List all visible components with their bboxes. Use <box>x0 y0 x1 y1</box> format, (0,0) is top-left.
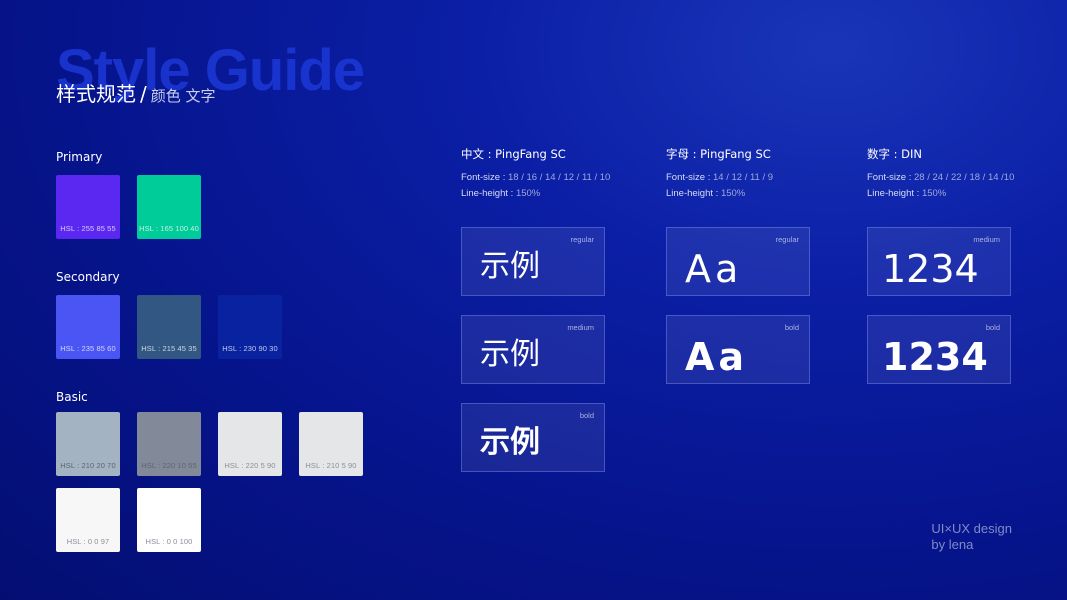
font-sample-text: 示例 <box>480 425 540 460</box>
credit: UI×UX design by lena <box>931 521 1012 554</box>
font-weight-label: regular <box>775 235 799 244</box>
font-weight-label: bold <box>985 323 1000 332</box>
title-slash: / <box>140 82 147 106</box>
swatch-hsl-label: HSL : 220 10 55 <box>141 461 197 470</box>
credit-line-2: by lena <box>931 537 974 553</box>
font-sample-text: 1234 <box>882 335 988 379</box>
basic-swatch-2: HSL : 220 10 55 <box>137 412 201 476</box>
font-weight-label: regular <box>570 235 594 244</box>
font-size-label: Font-size <box>461 172 501 183</box>
font-weight-label: medium <box>973 235 1000 244</box>
primary-swatch-1: HSL : 255 85 55 <box>56 175 120 239</box>
line-height-label: Line-height <box>461 188 509 199</box>
font-size-values: 18 / 16 / 14 / 12 / 11 / 10 <box>508 172 611 183</box>
credit-line-1: UI×UX design <box>931 521 1012 536</box>
basic-swatch-3: HSL : 220 5 90 <box>218 412 282 476</box>
basic-swatch-4: HSL : 210 5 90 <box>299 412 363 476</box>
font-sample-text: Aa <box>685 335 749 379</box>
swatch-hsl-label: HSL : 210 20 70 <box>60 461 116 470</box>
font-size-values: 28 / 24 / 22 / 18 / 14 /10 <box>914 172 1015 183</box>
font-sample-card-regular: regular Aa <box>666 227 810 296</box>
font-size-label: Font-size <box>867 172 907 183</box>
basic-label: Basic <box>56 390 88 404</box>
line-height-label: Line-height <box>666 188 714 199</box>
secondary-swatch-2: HSL : 215 45 35 <box>137 295 201 359</box>
swatch-hsl-label: HSL : 0 0 97 <box>66 537 110 546</box>
font-sample-text: 1234 <box>882 247 979 291</box>
font-size-label: Font-size <box>666 172 706 183</box>
font-sample-card-bold: bold 1234 <box>867 315 1011 384</box>
swatch-hsl-label: HSL : 165 100 40 <box>139 224 199 233</box>
secondary-swatch-3: HSL : 230 90 30 <box>218 295 282 359</box>
swatch-hsl-label: HSL : 0 0 100 <box>145 537 193 546</box>
font-column-heading: 中文 : PingFang SC <box>461 147 566 161</box>
line-height-value: 150% <box>720 188 746 199</box>
font-size-line: Font-size : 18 / 16 / 14 / 12 / 11 / 10 <box>461 172 611 183</box>
swatch-hsl-label: HSL : 255 85 55 <box>60 224 116 233</box>
swatch-hsl-label: HSL : 230 90 30 <box>222 344 278 353</box>
font-sample-card-medium: medium 示例 <box>461 315 605 384</box>
swatch-hsl-label: HSL : 235 85 60 <box>60 344 116 353</box>
line-height-line: Line-height : 150% <box>461 188 541 199</box>
font-weight-label: bold <box>784 323 799 332</box>
secondary-swatch-1: HSL : 235 85 60 <box>56 295 120 359</box>
font-sample-text: Aa <box>685 247 743 291</box>
page-title: 样式规范 / 颜色 文字 <box>56 84 216 104</box>
secondary-label: Secondary <box>56 270 120 284</box>
primary-label: Primary <box>56 150 103 164</box>
font-sample-card-regular: regular 示例 <box>461 227 605 296</box>
primary-swatch-2: HSL : 165 100 40 <box>137 175 201 239</box>
line-height-value: 150% <box>515 188 541 199</box>
font-sample-text: 示例 <box>480 337 540 372</box>
swatch-hsl-label: HSL : 210 5 90 <box>305 461 357 470</box>
swatch-hsl-label: HSL : 215 45 35 <box>141 344 197 353</box>
title-subtitle: 颜色 文字 <box>150 87 216 105</box>
line-height-line: Line-height : 150% <box>867 188 947 199</box>
title-main: 样式规范 <box>56 82 136 106</box>
font-size-values: 14 / 12 / 11 / 9 <box>713 172 774 183</box>
font-column-heading: 数字 : DIN <box>867 147 923 161</box>
font-weight-label: bold <box>579 411 594 420</box>
swatch-hsl-label: HSL : 220 5 90 <box>224 461 276 470</box>
line-height-label: Line-height <box>867 188 915 199</box>
line-height-value: 150% <box>921 188 947 199</box>
font-size-line: Font-size : 28 / 24 / 22 / 18 / 14 /10 <box>867 172 1015 183</box>
font-sample-card-bold: bold Aa <box>666 315 810 384</box>
font-sample-card-bold: bold 示例 <box>461 403 605 472</box>
basic-swatch-5: HSL : 0 0 97 <box>56 488 120 552</box>
font-sample-card-medium: medium 1234 <box>867 227 1011 296</box>
font-size-line: Font-size : 14 / 12 / 11 / 9 <box>666 172 774 183</box>
font-sample-text: 示例 <box>480 249 540 284</box>
basic-swatch-1: HSL : 210 20 70 <box>56 412 120 476</box>
basic-swatch-6: HSL : 0 0 100 <box>137 488 201 552</box>
line-height-line: Line-height : 150% <box>666 188 746 199</box>
font-weight-label: medium <box>567 323 594 332</box>
font-column-heading: 字母 : PingFang SC <box>666 147 771 161</box>
